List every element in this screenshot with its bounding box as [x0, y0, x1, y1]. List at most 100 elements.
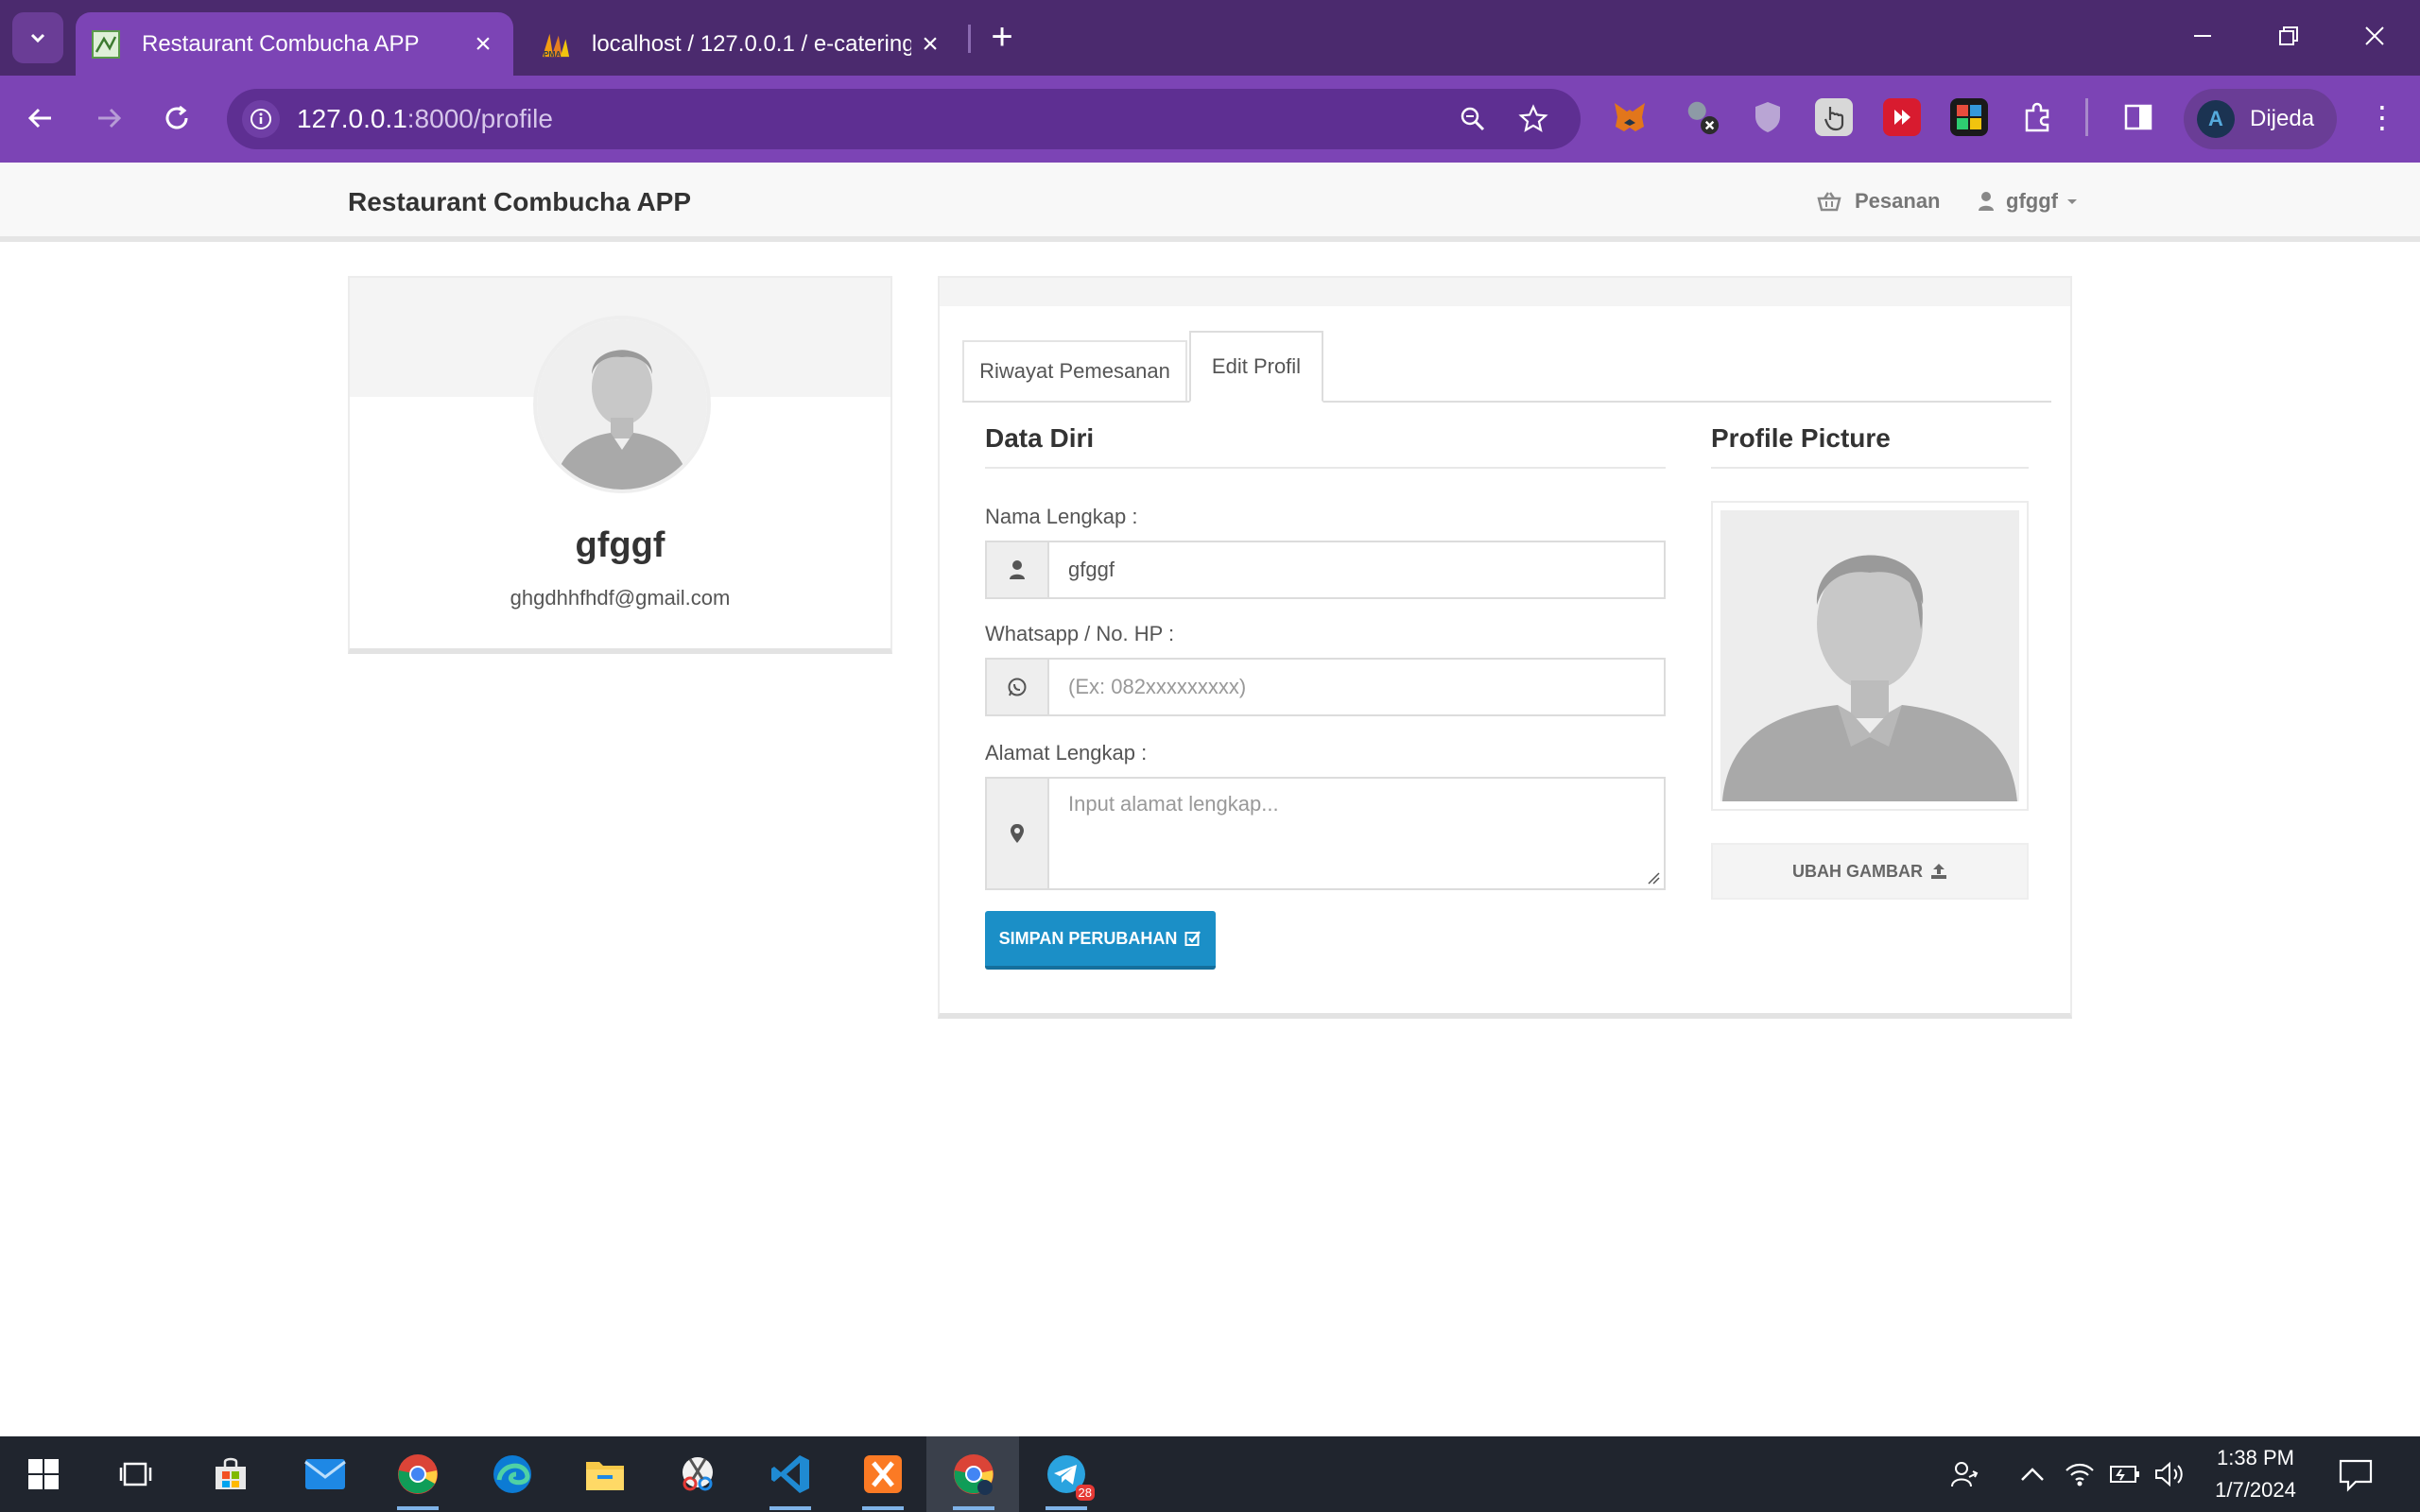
arrow-right-icon [98, 108, 122, 129]
back-button[interactable] [17, 94, 64, 142]
site-info-icon[interactable] [242, 100, 280, 138]
profile-avatar [533, 316, 711, 493]
chrome-icon [398, 1454, 438, 1494]
chrome-icon [954, 1454, 994, 1495]
nav-orders-link[interactable]: Pesanan [1817, 189, 1941, 214]
app-navbar: Restaurant Combucha APP Pesanan gfggf [0, 163, 2420, 242]
tab-search-button[interactable] [12, 12, 63, 63]
scissors-icon [683, 1457, 713, 1491]
browser-menu-icon[interactable]: ⋮ [2363, 98, 2401, 136]
minimize-icon [2194, 35, 2211, 37]
orders-label: Pesanan [1855, 189, 1941, 213]
profile-picture-frame [1711, 501, 2029, 811]
battery-icon[interactable] [2106, 1455, 2144, 1493]
address-bar[interactable]: 127.0.0.1:8000/profile [227, 89, 1581, 149]
snipping-tool-button[interactable] [669, 1446, 726, 1503]
tab-restaurant-app[interactable]: Restaurant Combucha APP × [76, 12, 513, 76]
browser-profile-button[interactable]: A Dijeda [2184, 89, 2337, 149]
notification-center-icon[interactable] [2335, 1453, 2377, 1495]
network-icon[interactable] [2061, 1455, 2099, 1493]
tab-title: localhost / 127.0.0.1 / e-catering [592, 30, 911, 57]
profile-name: gfggf [575, 525, 666, 565]
xampp-button[interactable] [855, 1446, 911, 1510]
vscode-icon [771, 1455, 809, 1493]
side-panel-icon[interactable] [2119, 98, 2157, 136]
save-changes-button[interactable]: SIMPAN PERUBAHAN [985, 911, 1216, 970]
reload-button[interactable] [153, 94, 200, 142]
resize-handle-icon[interactable] [1647, 871, 1660, 885]
user-label: gfggf [2006, 189, 2058, 213]
phone-label: Whatsapp / No. HP : [985, 622, 1175, 645]
url-text: 127.0.0.1:8000/profile [297, 104, 553, 133]
edge-button[interactable] [484, 1446, 541, 1503]
telegram-button[interactable]: 28 [1038, 1446, 1095, 1510]
profile-summary-card: gfggf ghgdhhfhdf@gmail.com [348, 276, 892, 654]
user-icon [987, 542, 1049, 597]
change-picture-label: UBAH GAMBAR [1792, 861, 1923, 881]
show-hidden-icons-chevron-icon[interactable] [2014, 1455, 2051, 1493]
mail-button[interactable] [297, 1446, 354, 1503]
touch-extension-icon[interactable] [1815, 98, 1853, 136]
tab-phpmyadmin[interactable]: PMA localhost / 127.0.0.1 / e-catering × [526, 12, 960, 76]
close-window-button[interactable] [2346, 17, 2403, 59]
address-label: Alamat Lengkap : [985, 741, 1148, 765]
map-marker-icon [987, 779, 1049, 888]
start-button[interactable] [15, 1446, 72, 1503]
tab-edit-profile[interactable]: Edit Profil [1189, 331, 1323, 403]
video-speed-extension-icon[interactable] [1883, 98, 1921, 136]
toolbar-separator [2085, 98, 2088, 136]
caret-down-icon [2066, 199, 2077, 204]
restaurant-favicon-icon [91, 29, 121, 60]
name-label: Nama Lengkap : [985, 505, 1138, 528]
nav-user-dropdown[interactable]: gfggf [1978, 189, 2079, 214]
browser-tab-strip: Restaurant Combucha APP × PMA localhost … [0, 0, 2420, 76]
close-tab-icon[interactable]: × [911, 26, 949, 63]
vscode-button[interactable] [762, 1446, 819, 1510]
name-field[interactable] [1049, 542, 1664, 597]
folder-icon [586, 1462, 624, 1490]
forward-button[interactable] [85, 94, 132, 142]
app-brand[interactable]: Restaurant Combucha APP [348, 187, 691, 217]
tampermonkey-extension-icon[interactable] [1683, 98, 1720, 136]
zoom-icon[interactable] [1454, 100, 1492, 138]
section-divider [985, 467, 1666, 469]
default-user-avatar-icon [1720, 510, 2019, 801]
new-tab-button[interactable]: + [983, 18, 1021, 57]
color-picker-extension-icon[interactable] [1950, 98, 1988, 136]
minimize-button[interactable] [2174, 17, 2231, 59]
upload-icon [1931, 864, 1946, 879]
clock-date: 1/7/2024 [2215, 1478, 2296, 1502]
close-icon [2365, 26, 2384, 45]
bookmark-star-icon[interactable] [1514, 100, 1552, 138]
restore-button[interactable] [2260, 17, 2317, 59]
chrome-active-button[interactable] [945, 1446, 1002, 1510]
chrome-taskbar-button[interactable] [389, 1446, 446, 1510]
mail-icon [304, 1459, 346, 1489]
system-clock[interactable]: 1:38 PM 1/7/2024 [2199, 1442, 2312, 1506]
phone-field[interactable] [1049, 660, 1664, 714]
microsoft-store-button[interactable] [202, 1446, 259, 1503]
close-tab-icon[interactable]: × [464, 26, 502, 63]
xampp-icon [864, 1455, 902, 1493]
profile-picture-heading: Profile Picture [1711, 423, 1891, 453]
file-explorer-button[interactable] [577, 1446, 633, 1503]
check-square-icon [1184, 931, 1201, 946]
save-button-label: SIMPAN PERUBAHAN [998, 928, 1178, 948]
address-field[interactable] [1049, 779, 1664, 888]
people-icon[interactable] [1945, 1455, 1983, 1493]
section-divider [1711, 467, 2029, 469]
profile-edit-card: Riwayat Pemesanan Edit Profil Data Diri … [938, 276, 2072, 1019]
volume-icon[interactable] [2152, 1455, 2189, 1493]
change-picture-button[interactable]: UBAH GAMBAR [1711, 843, 2029, 900]
arrow-left-icon [27, 108, 51, 129]
basket-icon [1817, 192, 1841, 212]
shield-extension-icon[interactable] [1749, 98, 1787, 136]
tab-order-history[interactable]: Riwayat Pemesanan [962, 340, 1187, 401]
metamask-extension-icon[interactable] [1611, 98, 1649, 136]
task-view-button[interactable] [108, 1446, 164, 1503]
extensions-puzzle-icon[interactable] [2019, 98, 2057, 136]
default-user-avatar-icon [537, 319, 707, 490]
edge-icon [493, 1455, 531, 1493]
card-header-strip [940, 278, 2070, 306]
svg-text:PMA: PMA [544, 49, 562, 59]
